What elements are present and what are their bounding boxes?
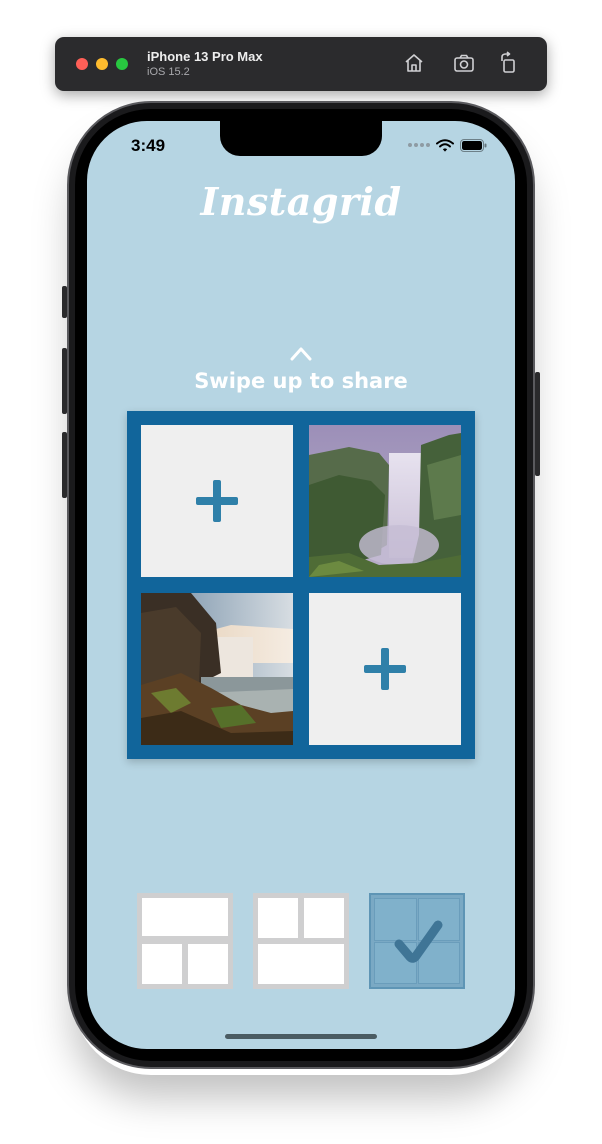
layout-button-one-top-two-bottom[interactable] [137,893,233,989]
minimize-window-button[interactable] [96,58,108,70]
simulator-device-name: iPhone 13 Pro Max [147,49,263,64]
photo-grid [127,411,475,759]
layout-tile [142,898,228,936]
app-title: Instagrid [200,179,402,224]
waterfall-photo [309,425,461,577]
wifi-icon [436,138,454,152]
layout-button-two-by-two[interactable] [369,893,465,989]
layout-button-two-top-one-bottom[interactable] [253,893,349,989]
simulator-os-version: iOS 15.2 [147,66,190,78]
layout-tile [188,944,228,984]
home-indicator[interactable] [225,1034,377,1039]
status-icons [408,138,487,152]
close-window-button[interactable] [76,58,88,70]
layout-tile [258,944,344,984]
grid-cell-empty[interactable] [141,425,293,577]
waterfall-sunset-photo [141,593,293,745]
simulator-toolbar: iPhone 13 Pro Max iOS 15.2 [55,37,547,91]
plus-icon [196,480,238,522]
status-time: 3:49 [131,136,166,155]
plus-icon [364,648,406,690]
home-icon[interactable] [402,51,426,75]
app-screen: 3:49 Instagrid Swipe up to share [87,121,515,1049]
layout-tile [304,898,344,938]
zoom-window-button[interactable] [116,58,128,70]
cellular-dots-icon [408,143,430,147]
layout-tile [258,898,298,938]
rotate-icon[interactable] [497,51,521,75]
checkmark-icon [394,920,443,963]
battery-icon [460,138,487,152]
notch [220,121,382,156]
grid-cell-photo[interactable] [141,593,293,745]
swipe-hint[interactable]: Swipe up to share [87,369,515,393]
grid-cell-photo[interactable] [309,425,461,577]
power-button [535,372,540,476]
screenshot-icon[interactable] [452,51,476,75]
chevron-up-icon [290,347,312,361]
layout-tile [142,944,182,984]
grid-cell-empty[interactable] [309,593,461,745]
